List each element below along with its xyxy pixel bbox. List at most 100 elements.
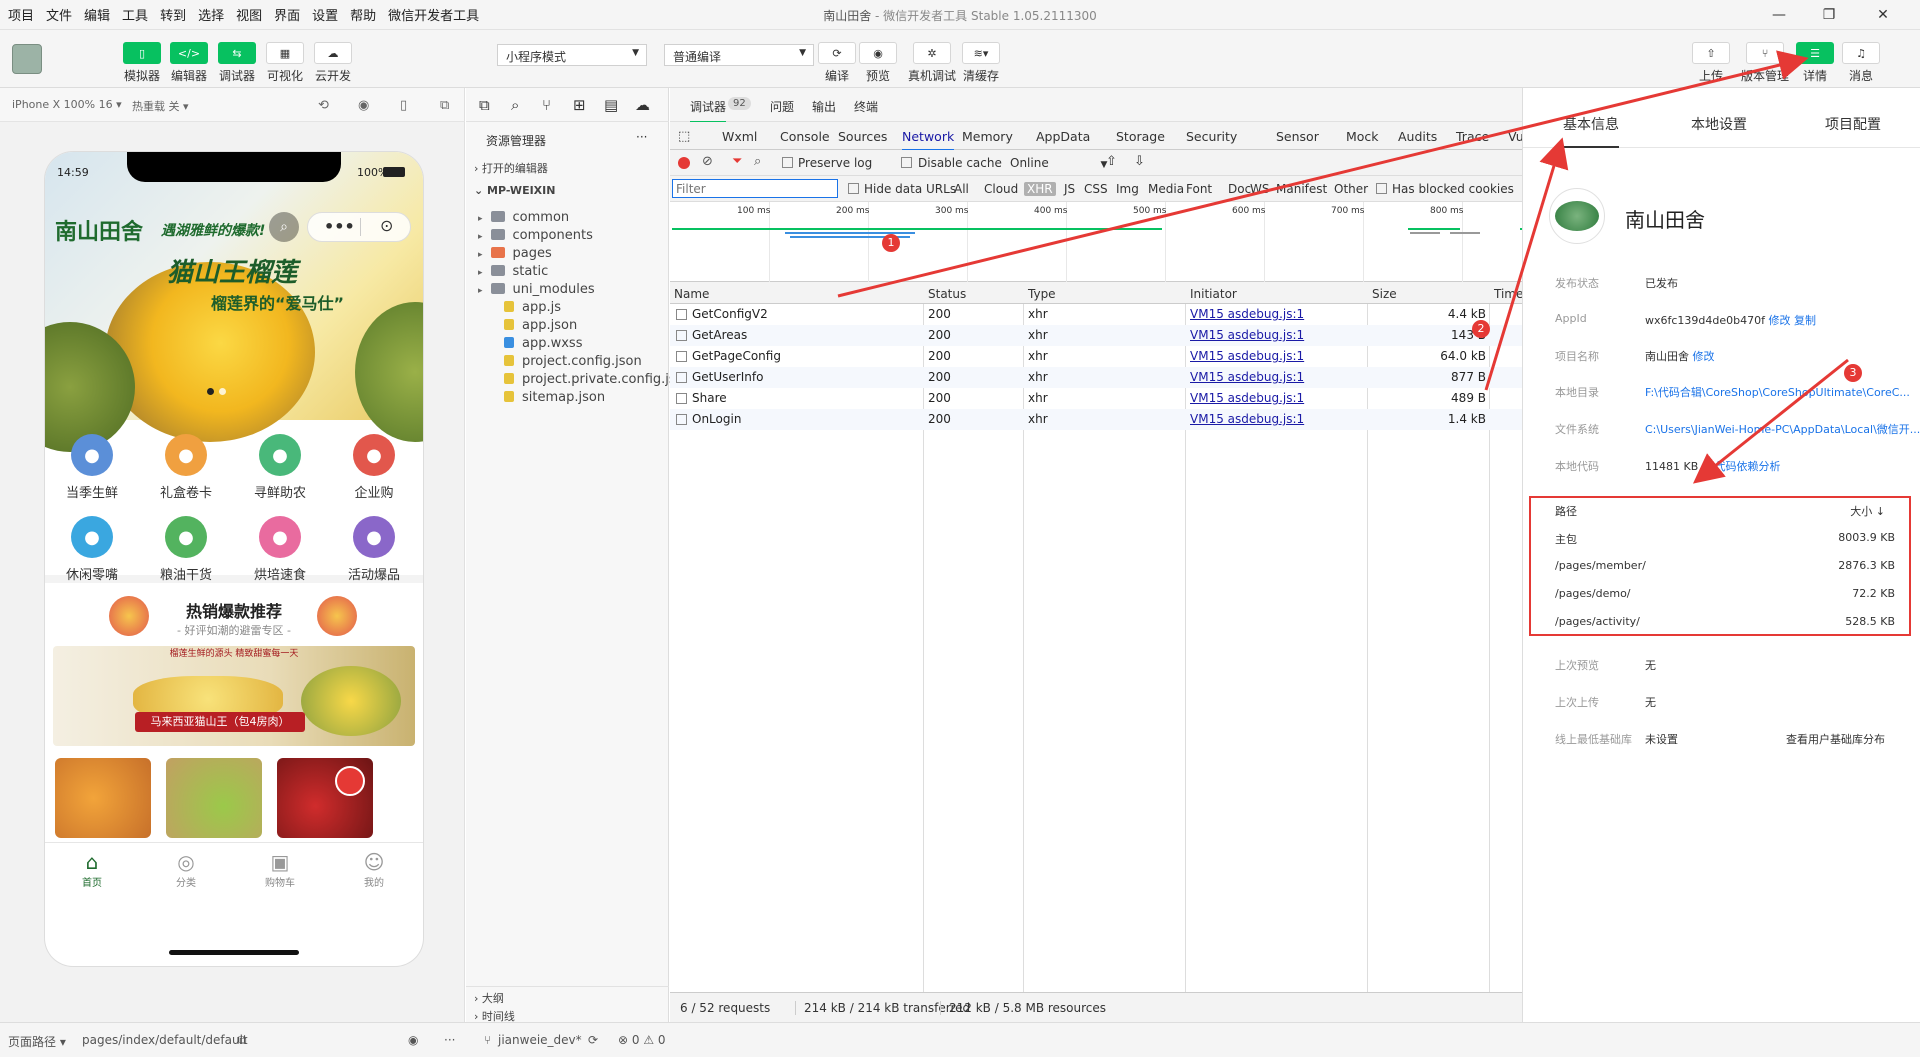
- file-item-0[interactable]: ▸ common: [478, 210, 569, 225]
- table-row[interactable]: GetUserInfo 200 xhr VM15 asdebug.js:1 877 B: [670, 367, 1522, 388]
- tab-local-settings[interactable]: 本地设置: [1691, 114, 1747, 134]
- page-path-select[interactable]: 页面路径 ▾: [8, 1033, 66, 1050]
- category-4[interactable]: ● 休闲零嘴: [45, 516, 139, 583]
- filter-input[interactable]: [672, 179, 838, 198]
- file-item-10[interactable]: sitemap.json: [504, 390, 605, 405]
- disable-cache-checkbox[interactable]: [901, 157, 912, 168]
- menu-item-5[interactable]: 选择: [198, 5, 224, 24]
- customer-service-icon[interactable]: [335, 766, 365, 796]
- menu-item-9[interactable]: 帮助: [350, 5, 376, 24]
- file-item-7[interactable]: app.wxss: [504, 336, 582, 351]
- row-initiator-link[interactable]: VM15 asdebug.js:1: [1190, 307, 1304, 321]
- file-item-5[interactable]: app.js: [504, 300, 561, 315]
- menu-item-3[interactable]: 工具: [122, 5, 148, 24]
- devtools-tab-0[interactable]: Wxml: [722, 129, 757, 144]
- problems-count[interactable]: ⊗ 0 ⚠ 0: [618, 1033, 666, 1047]
- devtools-tab-9[interactable]: Mock: [1346, 129, 1379, 144]
- name-modify-link[interactable]: 修改: [1693, 350, 1715, 363]
- minimize-button[interactable]: —: [1756, 3, 1802, 27]
- table-row[interactable]: OnLogin 200 xhr VM15 asdebug.js:1 1.4 kB: [670, 409, 1522, 430]
- filter-type-5[interactable]: Img: [1116, 182, 1139, 196]
- package-head-size[interactable]: 大小 ↓: [1850, 503, 1885, 519]
- column-header-4[interactable]: Size: [1372, 287, 1397, 301]
- git-branch[interactable]: jianweie_dev*: [498, 1033, 582, 1047]
- menu-item-0[interactable]: 项目: [8, 5, 34, 24]
- lib-distribution-link[interactable]: 查看用户基础库分布: [1786, 731, 1885, 747]
- filter-type-0[interactable]: All: [954, 182, 969, 196]
- preview-button[interactable]: ◉ 预览: [855, 42, 901, 84]
- import-icon[interactable]: ⇧: [1106, 154, 1117, 169]
- messages-button[interactable]: ♫ 消息: [1838, 42, 1884, 84]
- tab-1[interactable]: ◎ 分类: [139, 850, 233, 889]
- devtools-tab-4[interactable]: Memory: [962, 129, 1013, 144]
- menu-item-6[interactable]: 视图: [236, 5, 262, 24]
- category-1[interactable]: ● 礼盒卷卡: [139, 434, 233, 501]
- devtools-tab-3[interactable]: Network: [902, 129, 955, 151]
- clear-cache-button[interactable]: ≋▾ 清缓存: [958, 42, 1004, 84]
- project-root[interactable]: ⌄ MP-WEIXIN: [474, 184, 555, 197]
- collapse-caret-icon[interactable]: ^: [1702, 460, 1711, 473]
- debugger-button[interactable]: ⇆ 调试器: [214, 42, 260, 84]
- record-icon[interactable]: [678, 157, 690, 169]
- git-icon[interactable]: ⑂: [542, 96, 551, 114]
- tab-basic-info[interactable]: 基本信息: [1563, 114, 1619, 148]
- row-initiator-link[interactable]: VM15 asdebug.js:1: [1190, 349, 1304, 363]
- open-editors-section[interactable]: › 打开的编辑器: [474, 160, 548, 176]
- tab-0[interactable]: ⌂ 首页: [45, 850, 139, 889]
- column-header-3[interactable]: Initiator: [1190, 287, 1237, 301]
- category-5[interactable]: ● 粮油干货: [139, 516, 233, 583]
- search-icon[interactable]: ⌕: [269, 212, 299, 242]
- file-item-8[interactable]: project.config.json: [504, 354, 642, 369]
- file-item-3[interactable]: ▸ static: [478, 264, 548, 279]
- dir-value-link[interactable]: F:\代码合辑\CoreShop\CoreShopUltimate\CoreC.…: [1645, 384, 1910, 400]
- search-icon[interactable]: ⌕: [754, 154, 761, 169]
- file-item-6[interactable]: app.json: [504, 318, 577, 333]
- menu-item-2[interactable]: 编辑: [84, 5, 110, 24]
- devtools-tab-11[interactable]: Trace: [1456, 129, 1489, 144]
- devtools-tab-10[interactable]: Audits: [1398, 129, 1437, 144]
- maximize-button[interactable]: ❐: [1806, 3, 1852, 27]
- product-image-kiwi[interactable]: [166, 758, 262, 838]
- devtools-tab-1[interactable]: Console: [780, 129, 830, 144]
- menu-item-1[interactable]: 文件: [46, 5, 72, 24]
- table-row[interactable]: Share 200 xhr VM15 asdebug.js:1 489 B: [670, 388, 1522, 409]
- upload-button[interactable]: ⇧ 上传: [1688, 42, 1734, 84]
- filter-type-2[interactable]: XHR: [1024, 182, 1056, 196]
- column-header-1[interactable]: Status: [928, 287, 966, 301]
- menu-item-4[interactable]: 转到: [160, 5, 186, 24]
- product-image-loquat[interactable]: [55, 758, 151, 838]
- editor-button[interactable]: </> 编辑器: [166, 42, 212, 84]
- tab-2[interactable]: ▣ 购物车: [233, 850, 327, 889]
- appid-modify-link[interactable]: 修改: [1769, 314, 1791, 327]
- details-button[interactable]: ☰ 详情: [1792, 42, 1838, 84]
- compile-button[interactable]: ⟳ 编译: [814, 42, 860, 84]
- menu-item-10[interactable]: 微信开发者工具: [388, 5, 479, 24]
- window-icon[interactable]: ⧉: [440, 98, 449, 113]
- compile-select[interactable]: 普通编译 ▼: [664, 44, 814, 66]
- visual-button[interactable]: ▦ 可视化: [262, 42, 308, 84]
- eye-icon[interactable]: ◉: [408, 1033, 418, 1047]
- tab-3[interactable]: ☺ 我的: [327, 850, 421, 889]
- filter-icon[interactable]: ⏷: [732, 154, 742, 169]
- row-initiator-link[interactable]: VM15 asdebug.js:1: [1190, 391, 1304, 405]
- tab-project-config[interactable]: 项目配置: [1825, 114, 1881, 134]
- column-header-5[interactable]: Time: [1494, 287, 1523, 301]
- close-mini-icon[interactable]: ⊙: [380, 216, 393, 235]
- filter-type-6[interactable]: Media: [1148, 182, 1184, 196]
- tab-terminal[interactable]: 终端: [854, 98, 878, 115]
- clear-icon[interactable]: ⊘: [702, 154, 713, 169]
- stop-icon[interactable]: ◉: [358, 98, 369, 113]
- tab-debugger[interactable]: 调试器: [690, 98, 727, 123]
- devtools-tab-5[interactable]: AppData: [1036, 129, 1090, 144]
- category-7[interactable]: ● 活动爆品: [327, 516, 421, 583]
- category-3[interactable]: ● 企业购: [327, 434, 421, 501]
- devtools-tab-8[interactable]: Sensor: [1276, 129, 1319, 144]
- hot-reload-toggle[interactable]: 热重载 关 ▾: [132, 98, 189, 114]
- table-row[interactable]: GetConfigV2 200 xhr VM15 asdebug.js:1 4.4 kB: [670, 304, 1522, 325]
- file-item-1[interactable]: ▸ components: [478, 228, 593, 243]
- tab-output[interactable]: 输出: [812, 98, 836, 115]
- filter-type-8[interactable]: Doc: [1228, 182, 1251, 196]
- devtools-tab-7[interactable]: Security: [1186, 129, 1237, 144]
- version-button[interactable]: ⑂ 版本管理: [1738, 42, 1792, 84]
- files-icon[interactable]: ⧉: [479, 96, 490, 114]
